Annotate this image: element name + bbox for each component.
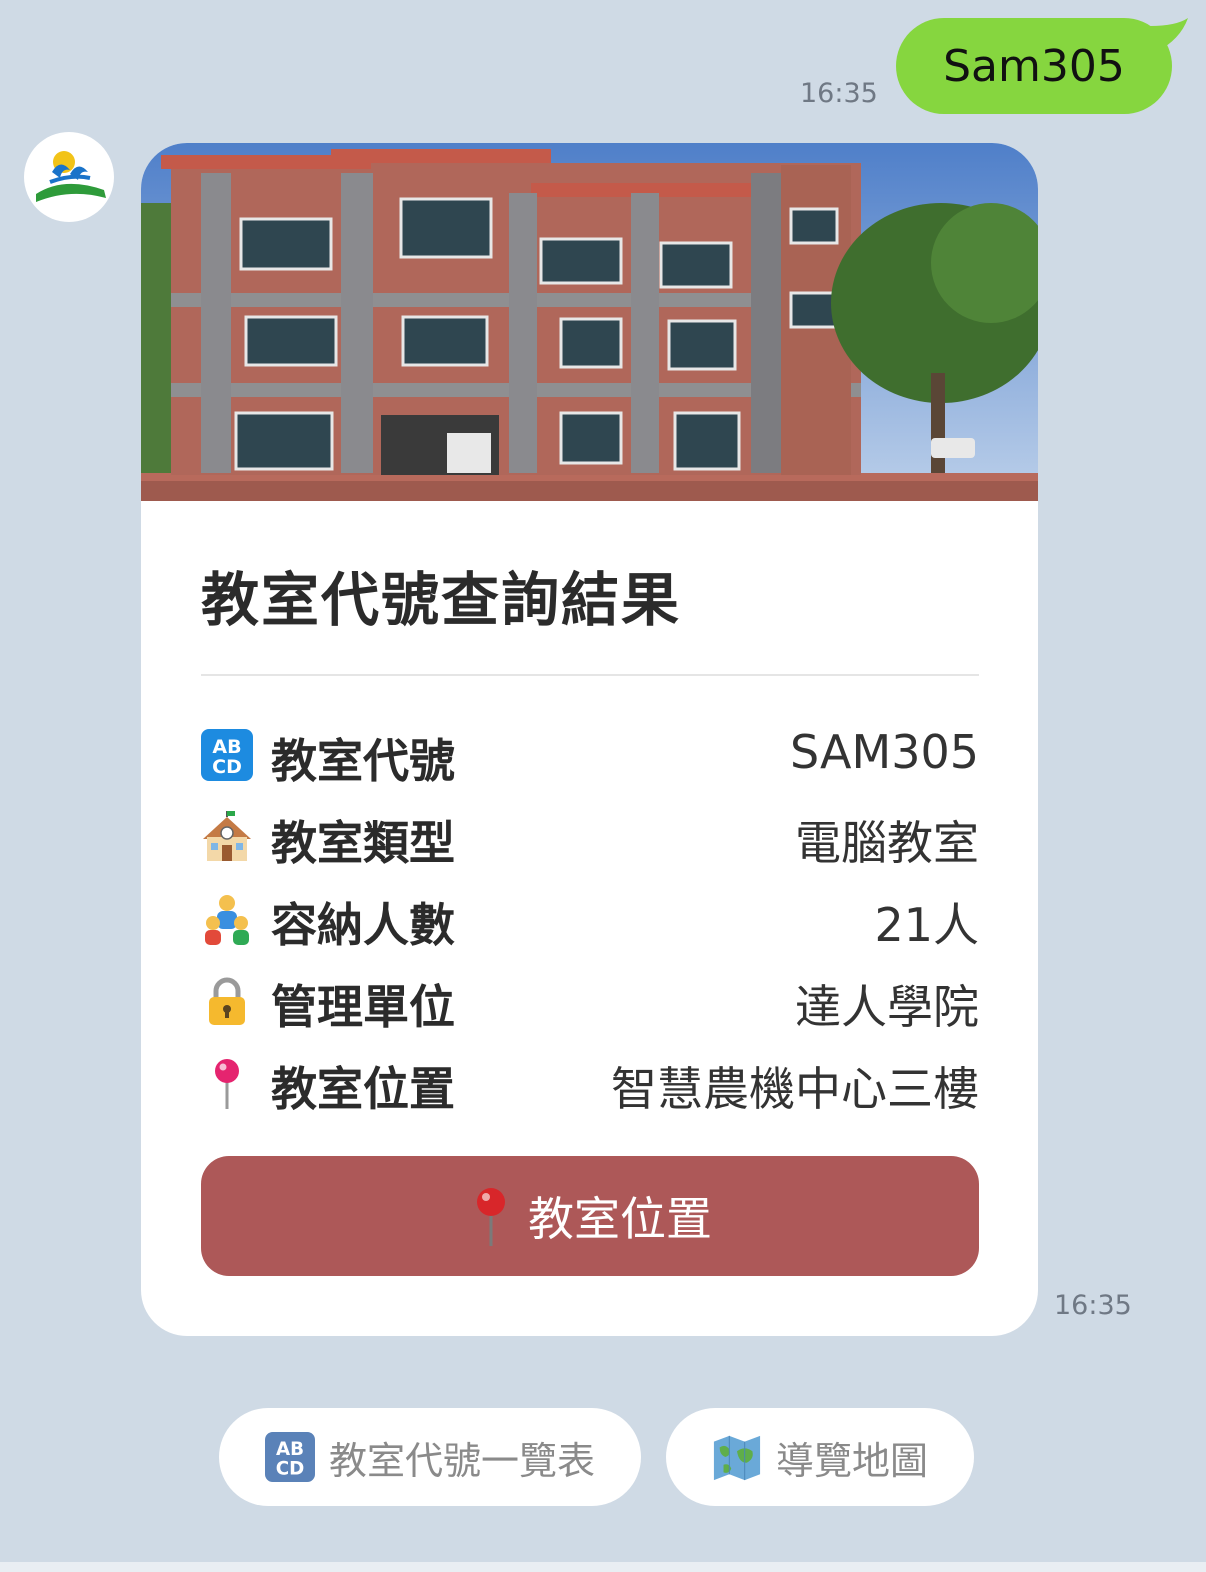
quick-reply-classroom-code-list[interactable]: AB CD 教室代號一覽表	[219, 1408, 641, 1506]
classroom-result-card: 教室代號查詢結果 AB CD 教室代號 SAM305 教室類型 電腦教室 容納人…	[141, 143, 1038, 1336]
svg-text:AB: AB	[276, 1439, 304, 1460]
info-label: 容納人數	[271, 898, 455, 952]
quick-reply-navigation-map[interactable]: 導覽地圖	[666, 1408, 974, 1506]
bot-avatar[interactable]	[24, 132, 114, 222]
info-row-classroom-type: 教室類型 電腦教室	[201, 803, 979, 870]
sent-message-text: Sam305	[943, 40, 1125, 92]
abcd-icon: AB CD	[201, 729, 253, 781]
round-pushpin-icon	[215, 1059, 239, 1109]
building-photo	[141, 143, 1038, 501]
svg-text:CD: CD	[276, 1458, 305, 1479]
divider	[201, 674, 979, 676]
info-label: 教室代號	[271, 734, 455, 788]
pushpin-icon	[477, 1188, 505, 1246]
info-value: SAM305	[789, 725, 979, 779]
sent-message-time: 16:35	[800, 78, 878, 109]
info-value: 達人學院	[795, 980, 979, 1034]
info-value: 智慧農機中心三樓	[611, 1062, 979, 1116]
sent-message-bubble: Sam305	[896, 18, 1172, 114]
info-value: 21人	[874, 898, 979, 952]
info-row-capacity: 容納人數 21人	[201, 885, 979, 952]
info-row-location: 教室位置 智慧農機中心三樓	[201, 1049, 979, 1116]
svg-text:AB: AB	[212, 736, 241, 758]
info-label: 教室類型	[271, 816, 455, 870]
family-icon	[205, 895, 249, 945]
card-message-time: 16:35	[1054, 1290, 1132, 1321]
classroom-location-button[interactable]: 教室位置	[201, 1156, 979, 1276]
quick-reply-label: 教室代號一覽表	[328, 1438, 595, 1483]
svg-text:CD: CD	[212, 756, 242, 778]
school-logo-icon	[36, 151, 106, 202]
info-row-classroom-code: AB CD 教室代號 SAM305	[201, 721, 979, 788]
quick-reply-label: 導覽地圖	[775, 1438, 928, 1483]
info-label: 管理單位	[271, 980, 455, 1034]
info-label: 教室位置	[271, 1062, 455, 1116]
lock-icon	[209, 977, 245, 1025]
button-label: 教室位置	[528, 1192, 712, 1246]
world-map-icon	[713, 1435, 761, 1481]
abcd-icon: AB CD	[264, 1432, 315, 1482]
bottom-edge	[0, 1562, 1206, 1572]
school-icon	[203, 811, 251, 861]
info-value: 電腦教室	[795, 816, 979, 870]
card-title: 教室代號查詢結果	[201, 566, 682, 634]
info-row-management-unit: 管理單位 達人學院	[201, 967, 979, 1034]
